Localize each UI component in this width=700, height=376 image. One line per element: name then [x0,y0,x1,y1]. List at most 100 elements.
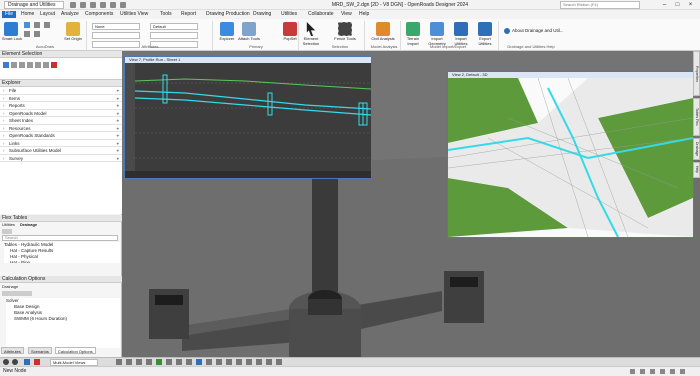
explorer-header[interactable]: Explorer [0,80,122,87]
level-icon[interactable] [34,359,40,365]
workspace-selector[interactable]: Drainage and Utilities [4,1,64,9]
pin-icon[interactable]: ⌖ [116,102,119,109]
tree-item[interactable]: SWMM (6 Hours Duration) [6,316,120,322]
fence-tools-icon[interactable] [338,22,352,36]
menu-drawing-production[interactable]: Drawing Production [203,11,253,18]
explorer-item-items[interactable]: › Items ⌖ [0,94,122,102]
status-icon[interactable] [630,369,635,374]
smart-lock-icon[interactable] [4,22,18,36]
tool-icon[interactable] [206,359,212,365]
ribbon-search-input[interactable]: Search Ribbon (F4) [560,1,640,9]
pin-icon[interactable]: ⌖ [116,95,119,102]
model-select-dropdown[interactable]: Multi-Model Views [50,359,98,366]
style-dropdown[interactable]: Default [150,23,198,30]
select-mode-icon[interactable] [11,62,17,68]
menu-view[interactable]: View [338,11,355,18]
popset-icon[interactable] [283,22,297,36]
calc-toolbar[interactable] [2,291,32,296]
print-icon[interactable] [100,2,106,8]
minimize-icon[interactable]: – [660,1,669,9]
accudraw-icon-5[interactable] [34,31,40,37]
accudraw-icon[interactable] [24,22,30,28]
tool-icon[interactable] [126,359,132,365]
status-icon[interactable] [680,369,685,374]
about-button[interactable]: About Drainage and Util... [512,28,564,33]
tab-calculation-options[interactable]: Calculation Options [55,347,96,354]
tree-item[interactable]: Hat - Pipe [4,260,120,263]
menu-tools[interactable]: Tools [157,11,175,18]
pin-icon[interactable]: ⌖ [116,87,119,94]
explorer-item-resources[interactable]: › Resources ⌖ [0,124,122,132]
tool-icon[interactable] [186,359,192,365]
pin-icon[interactable]: ⌖ [116,147,119,154]
tool-icon[interactable] [116,359,122,365]
main-viewport[interactable]: View 7, Profile Run - Sheet 1 View 2, De… [122,51,700,357]
tool-icon[interactable] [196,359,202,365]
color-dropdown[interactable] [92,32,140,39]
accudraw-icon-2[interactable] [34,22,40,28]
menu-analyze[interactable]: Analyze [58,11,82,18]
back-icon[interactable] [3,359,9,365]
pin-icon[interactable]: ⌖ [116,132,119,139]
pin-icon[interactable]: ⌖ [116,117,119,124]
select-icon[interactable] [3,62,9,68]
explorer-item-reports[interactable]: › Reports ⌖ [0,102,122,110]
select-mode-icon[interactable] [27,62,33,68]
select-mode-icon[interactable] [19,62,25,68]
tool-icon[interactable] [166,359,172,365]
about-icon[interactable] [504,28,510,34]
tool-icon[interactable] [226,359,232,365]
tool-icon[interactable] [256,359,262,365]
element-selection-header[interactable]: Element Selection [0,51,122,58]
open-icon[interactable] [110,2,116,8]
tool-icon[interactable] [176,359,182,365]
tool-icon[interactable] [236,359,242,365]
close-icon[interactable]: × [686,1,695,9]
explorer-item-sheet-index[interactable]: › Sheet Index ⌖ [0,117,122,125]
view-icon[interactable] [24,359,30,365]
explorer-icon[interactable] [220,22,234,36]
explorer-item-file[interactable]: › File ⌖ [0,87,122,95]
tab-flex-tables[interactable]: Tables Flex [693,98,700,136]
weight-dropdown[interactable] [150,32,198,39]
status-icon[interactable] [670,369,675,374]
element-selection-icon[interactable] [306,22,316,36]
tab-help[interactable]: Help [693,162,700,178]
export-utilities-icon[interactable] [478,22,492,36]
menu-components[interactable]: Components [82,11,116,18]
tool-icon[interactable] [276,359,282,365]
attach-tools-icon[interactable] [242,22,256,36]
pin-icon[interactable]: ⌖ [116,125,119,132]
menu-utilities[interactable]: Utilities [278,11,300,18]
menu-collaborate[interactable]: Collaborate [305,11,337,18]
select-mode-icon[interactable] [35,62,41,68]
flextables-toolbar-icon[interactable] [2,229,12,234]
status-icon[interactable] [660,369,665,374]
pin-icon[interactable]: ⌖ [116,155,119,162]
tool-icon[interactable] [156,359,162,365]
tab-scenarios[interactable]: Scenarios [28,347,52,354]
menu-utilities-view[interactable]: Utilities View [117,11,151,18]
tab-attributes[interactable]: Attributes [1,347,24,354]
new-icon[interactable] [120,2,126,8]
flextables-search-input[interactable]: Search [2,235,118,241]
tool-icon[interactable] [136,359,142,365]
tab-drainage-side[interactable]: Drainage [693,138,700,160]
undo-icon[interactable] [80,2,86,8]
menu-file[interactable]: File [2,11,17,18]
status-icon[interactable] [650,369,655,374]
tool-icon[interactable] [246,359,252,365]
pin-icon[interactable]: ⌖ [116,140,119,147]
menu-help[interactable]: Help [356,11,372,18]
explorer-item-subsurface-utilities-model[interactable]: › Subsurface Utilities Model ⌖ [0,147,122,155]
set-origin-icon[interactable] [66,22,80,36]
tab-drainage[interactable]: Drainage [20,222,37,227]
tool-icon[interactable] [216,359,222,365]
terrain-import-icon[interactable] [406,22,420,36]
maximize-icon[interactable]: □ [673,1,682,9]
menu-layout[interactable]: Layout [37,11,58,18]
menu-report[interactable]: Report [178,11,199,18]
profile-view-window[interactable]: View 7, Profile Run - Sheet 1 [124,56,372,179]
flextables-header[interactable]: Flex Tables [0,215,122,222]
civil-analysis-icon[interactable] [376,22,390,36]
